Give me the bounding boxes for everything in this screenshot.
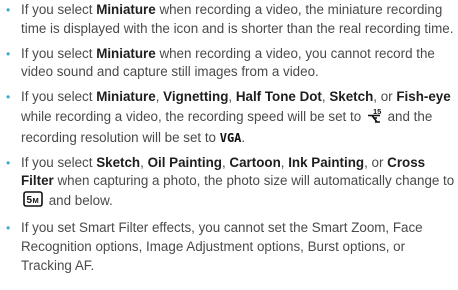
text-run: and below. xyxy=(45,193,113,209)
bullet-dot: • xyxy=(6,220,11,235)
text-run: If you select xyxy=(21,89,97,105)
bold-term: Oil Painting xyxy=(147,154,222,170)
bold-term: Half Tone Dot xyxy=(235,89,322,105)
text-run: , or xyxy=(364,154,388,170)
text-run: when capturing a photo, the photo size w… xyxy=(53,173,455,189)
bullet-item: • If you select Miniature when recording … xyxy=(0,1,458,39)
bullet-list: • If you select Miniature when recording … xyxy=(0,1,458,275)
bold-term: Vignetting xyxy=(163,89,229,105)
text-run: while recording a video, the recording s… xyxy=(21,108,365,124)
bullet-dot: • xyxy=(6,90,11,105)
bold-term: Fish-eye xyxy=(396,89,451,105)
bold-term: Sketch xyxy=(96,154,141,170)
text-run: If you select xyxy=(21,45,97,61)
svg-text:15: 15 xyxy=(373,107,381,116)
bold-term: Miniature xyxy=(96,45,156,61)
bullet-dot: • xyxy=(6,46,11,61)
text-run: If you select xyxy=(21,154,97,170)
text-run: , or xyxy=(373,89,397,105)
text-run: If you select xyxy=(21,2,97,17)
bullet-dot: • xyxy=(6,3,11,17)
bold-term: Miniature xyxy=(96,89,156,105)
text-run: If you set Smart Filter effects, you can… xyxy=(21,219,423,273)
bold-term: Cartoon xyxy=(229,154,281,170)
text-run: . xyxy=(241,129,246,145)
bullet-item: • If you select Miniature when recording … xyxy=(0,45,458,83)
bold-term: Ink Painting xyxy=(288,154,365,170)
bullet-item: • If you select Miniature, Vignetting, Ha… xyxy=(0,88,458,147)
bullet-item: • If you select Sketch, Oil Painting, Car… xyxy=(0,154,458,213)
bullet-dot: • xyxy=(6,155,11,170)
bullet-item: • If you set Smart Filter effects, you ca… xyxy=(0,219,458,275)
bold-term: Miniature xyxy=(96,2,156,17)
bold-term: Sketch xyxy=(329,89,374,105)
frame-rate-15fps-icon: 15 xyxy=(367,107,382,129)
svg-text:M: M xyxy=(33,196,39,205)
photo-size-5m-icon: 5M xyxy=(23,191,43,213)
text-run: , xyxy=(228,89,236,105)
text-run: , xyxy=(140,154,148,170)
vga-resolution-label: VGA xyxy=(219,130,242,145)
